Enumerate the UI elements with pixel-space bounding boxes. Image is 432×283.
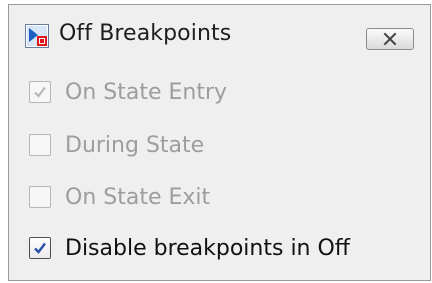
- title-bar: Off Breakpoints: [9, 5, 430, 77]
- breakpoints-dialog: Off Breakpoints On State Entry During St…: [8, 4, 431, 281]
- option-label: On State Exit: [65, 184, 211, 210]
- option-disable-breakpoints[interactable]: Disable breakpoints in Off: [29, 233, 350, 263]
- checkbox-disable-breakpoints[interactable]: [29, 237, 51, 259]
- option-during-state: During State: [29, 130, 204, 160]
- checkbox-during-state: [29, 134, 51, 156]
- checkmark-icon: [34, 86, 46, 98]
- option-on-state-exit: On State Exit: [29, 182, 210, 212]
- option-label: On State Entry: [65, 79, 228, 105]
- option-label[interactable]: Disable breakpoints in Off: [65, 236, 350, 261]
- option-on-state-entry: On State Entry: [29, 77, 227, 107]
- checkbox-on-state-exit: [29, 186, 51, 208]
- checkmark-icon: [34, 242, 46, 254]
- checkbox-on-state-entry: [29, 81, 51, 103]
- dialog-title: Off Breakpoints: [59, 21, 232, 46]
- stateflow-breakpoint-icon: [25, 24, 49, 48]
- close-button[interactable]: [366, 28, 414, 50]
- option-label: During State: [65, 132, 205, 158]
- close-icon: [383, 32, 397, 46]
